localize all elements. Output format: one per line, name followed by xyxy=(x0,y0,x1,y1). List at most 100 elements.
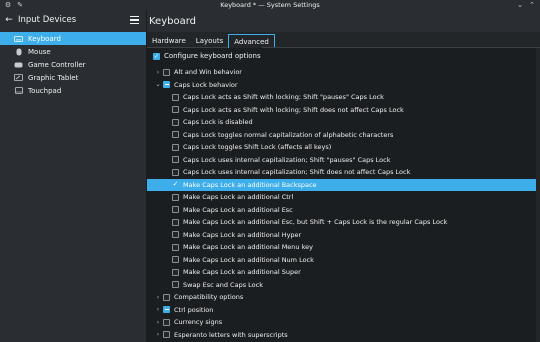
option-label: Caps Lock acts as Shift with locking; Sh… xyxy=(183,93,384,102)
sidebar-item-mouse[interactable]: Mouse xyxy=(0,45,146,58)
sidebar-list: Keyboard Mouse Game Controller Graphic T… xyxy=(0,32,146,97)
option-row[interactable]: Make Caps Lock an additional Esc xyxy=(147,204,540,217)
option-checkbox[interactable] xyxy=(172,168,179,176)
sidebar-item-game-controller[interactable]: Game Controller xyxy=(0,58,146,71)
option-row[interactable]: Caps Lock toggles normal capitalization … xyxy=(147,129,540,142)
configure-options-row[interactable]: ✓ Configure keyboard options xyxy=(153,50,261,62)
gamepad-icon xyxy=(14,61,23,69)
chevron-right-icon[interactable]: › xyxy=(155,331,161,338)
tab-bar: Hardware Layouts Advanced xyxy=(147,34,275,48)
configure-options-checkbox[interactable]: ✓ xyxy=(153,52,160,60)
option-label: Compatibility options xyxy=(174,293,244,302)
option-row[interactable]: ✓ Make Caps Lock an additional Backspace xyxy=(147,178,540,191)
option-row[interactable]: Caps Lock acts as Shift with locking; Sh… xyxy=(147,91,540,104)
option-checkbox[interactable] xyxy=(172,218,179,226)
option-row[interactable]: Caps Lock is disabled xyxy=(147,116,540,129)
sidebar-item-label: Keyboard xyxy=(28,34,61,43)
titlebar-right-controls: ⌄ ⌃ xyxy=(516,1,536,9)
mouse-icon xyxy=(14,48,23,56)
option-checkbox[interactable] xyxy=(172,143,179,151)
option-checkbox[interactable] xyxy=(172,231,179,239)
option-checkbox[interactable]: ✓ xyxy=(172,181,179,188)
sidebar-item-keyboard[interactable]: Keyboard xyxy=(0,32,146,45)
option-row[interactable]: Caps Lock uses internal capitalization; … xyxy=(147,166,540,179)
main-header: Keyboard xyxy=(130,10,540,32)
maximize-icon[interactable]: ⌃ xyxy=(528,1,536,9)
keyboard-icon xyxy=(14,35,23,43)
option-row[interactable]: Caps Lock toggles Shift Lock (affects al… xyxy=(147,141,540,154)
sidebar-header: ← Input Devices xyxy=(0,10,146,30)
option-checkbox[interactable] xyxy=(163,81,170,89)
option-checkbox[interactable] xyxy=(172,268,179,276)
option-label: Ctrl position xyxy=(174,305,214,314)
option-row[interactable]: › Currency signs xyxy=(147,316,540,329)
option-label: Make Caps Lock an additional Hyper xyxy=(183,230,302,239)
option-row[interactable]: › Ctrl position xyxy=(147,304,540,317)
option-checkbox[interactable] xyxy=(163,306,170,314)
option-row[interactable]: › Esperanto letters with superscripts xyxy=(147,329,540,342)
tab-layouts[interactable]: Layouts xyxy=(190,34,229,48)
option-row[interactable]: Make Caps Lock an additional Menu key xyxy=(147,241,540,254)
option-row[interactable]: Swap Esc and Caps Lock xyxy=(147,279,540,292)
option-checkbox[interactable] xyxy=(172,206,179,214)
option-label: Make Caps Lock an additional Esc xyxy=(183,205,293,214)
option-checkbox[interactable] xyxy=(172,118,179,126)
touchpad-icon xyxy=(14,87,23,95)
option-row[interactable]: Make Caps Lock an additional Num Lock xyxy=(147,254,540,267)
option-row[interactable]: Make Caps Lock an additional Esc, but Sh… xyxy=(147,216,540,229)
option-checkbox[interactable] xyxy=(172,106,179,114)
sidebar-item-label: Game Controller xyxy=(28,60,86,69)
sidebar-item-label: Mouse xyxy=(28,47,51,56)
option-row[interactable]: Make Caps Lock an additional Ctrl xyxy=(147,191,540,204)
back-arrow-icon[interactable]: ← xyxy=(2,13,16,27)
option-checkbox[interactable] xyxy=(163,68,170,76)
option-label: Caps Lock acts as Shift with locking; Sh… xyxy=(183,105,404,114)
scrollbar[interactable] xyxy=(536,48,540,342)
option-label: Esperanto letters with superscripts xyxy=(174,330,288,339)
tablet-icon xyxy=(14,74,23,82)
tab-advanced[interactable]: Advanced xyxy=(228,34,275,48)
option-label: Make Caps Lock an additional Menu key xyxy=(183,243,313,252)
option-checkbox[interactable] xyxy=(172,156,179,164)
option-label: Caps Lock is disabled xyxy=(183,118,253,127)
option-label: Swap Esc and Caps Lock xyxy=(183,280,263,289)
option-checkbox[interactable] xyxy=(172,193,179,201)
option-label: Caps Lock toggles Shift Lock (affects al… xyxy=(183,143,332,152)
option-checkbox[interactable] xyxy=(163,331,170,339)
option-label: Make Caps Lock an additional Num Lock xyxy=(183,255,314,264)
page-title: Keyboard xyxy=(149,15,197,27)
option-checkbox[interactable] xyxy=(163,293,170,301)
option-checkbox[interactable] xyxy=(172,93,179,101)
hamburger-menu-icon[interactable] xyxy=(130,14,142,26)
window-title: Keyboard * — System Settings xyxy=(220,1,320,9)
option-label: Caps Lock uses internal capitalization; … xyxy=(183,155,391,164)
option-label: Currency signs xyxy=(174,318,223,327)
option-row[interactable]: › Alt and Win behavior xyxy=(147,66,540,79)
option-checkbox[interactable] xyxy=(172,256,179,264)
option-checkbox[interactable] xyxy=(172,243,179,251)
sidebar-item-label: Touchpad xyxy=(28,86,62,95)
option-row[interactable]: Make Caps Lock an additional Super xyxy=(147,266,540,279)
chevron-right-icon[interactable]: › xyxy=(155,306,161,313)
option-row[interactable]: › Compatibility options xyxy=(147,291,540,304)
option-checkbox[interactable] xyxy=(172,281,179,289)
option-label: Make Caps Lock an additional Backspace xyxy=(183,180,317,189)
option-row[interactable]: Caps Lock acts as Shift with locking; Sh… xyxy=(147,104,540,117)
tab-hardware[interactable]: Hardware xyxy=(147,34,191,48)
chevron-right-icon[interactable]: › xyxy=(155,319,161,326)
option-checkbox[interactable] xyxy=(172,131,179,139)
sidebar-item-touchpad[interactable]: Touchpad xyxy=(0,84,146,97)
option-label: Make Caps Lock an additional Ctrl xyxy=(183,193,294,202)
option-checkbox[interactable] xyxy=(163,318,170,326)
option-row[interactable]: ⌄ Caps Lock behavior xyxy=(147,79,540,92)
sidebar-title: Input Devices xyxy=(18,15,77,25)
chevron-right-icon[interactable]: › xyxy=(155,69,161,76)
option-row[interactable]: Caps Lock uses internal capitalization; … xyxy=(147,154,540,167)
sidebar-item-graphic-tablet[interactable]: Graphic Tablet xyxy=(0,71,146,84)
option-row[interactable]: Make Caps Lock an additional Hyper xyxy=(147,229,540,242)
option-label: Caps Lock toggles normal capitalization … xyxy=(183,130,394,139)
configure-options-label: Configure keyboard options xyxy=(164,52,261,60)
chevron-right-icon[interactable]: › xyxy=(155,294,161,301)
minimize-icon[interactable]: ⌄ xyxy=(516,1,524,9)
chevron-down-icon[interactable]: ⌄ xyxy=(155,81,161,88)
